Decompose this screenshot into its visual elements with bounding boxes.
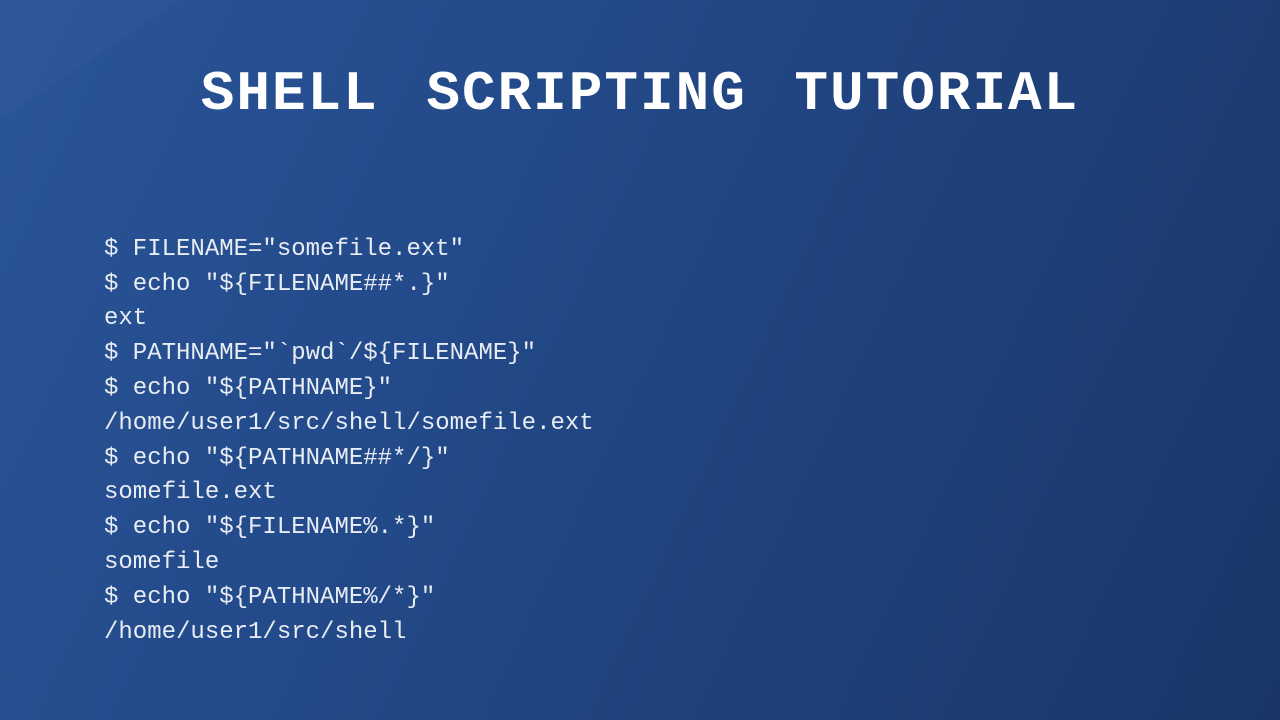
code-line: /home/user1/src/shell/somefile.ext: [104, 410, 594, 437]
code-block: $ FILENAME="somefile.ext" $ echo "${FILE…: [104, 198, 1280, 650]
code-line: somefile: [104, 549, 219, 576]
slide-title: SHELL SCRIPTING TUTORIAL: [0, 0, 1280, 126]
code-line: $ FILENAME="somefile.ext": [104, 236, 464, 263]
code-line: $ PATHNAME="`pwd`/${FILENAME}": [104, 340, 536, 367]
code-line: $ echo "${FILENAME##*.}": [104, 271, 450, 298]
code-line: /home/user1/src/shell: [104, 619, 406, 646]
code-line: $ echo "${FILENAME%.*}": [104, 514, 435, 541]
code-line: $ echo "${PATHNAME%/*}": [104, 584, 435, 611]
code-line: ext: [104, 305, 147, 332]
code-line: somefile.ext: [104, 479, 277, 506]
code-line: $ echo "${PATHNAME##*/}": [104, 445, 450, 472]
code-line: $ echo "${PATHNAME}": [104, 375, 392, 402]
